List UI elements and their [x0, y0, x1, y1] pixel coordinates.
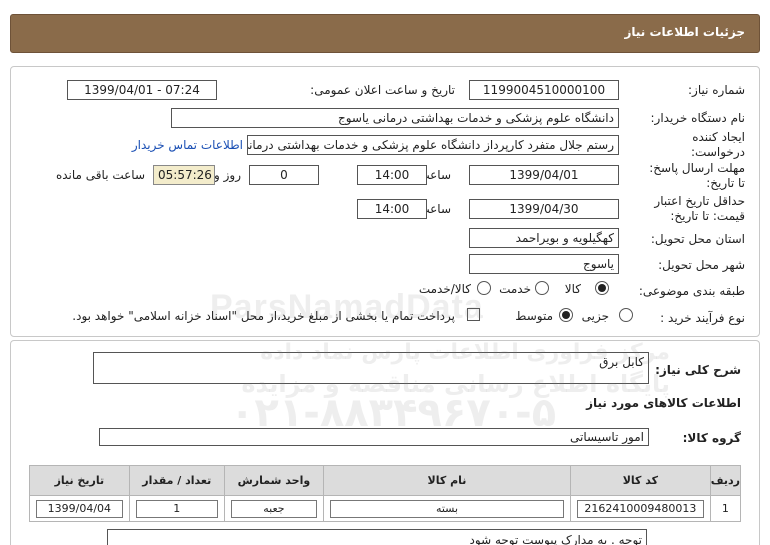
city-label: شهر محل تحویل: [658, 258, 745, 272]
general-desc-field: کابل برق [93, 352, 649, 384]
process-radio-medium[interactable] [559, 308, 573, 322]
page-title-bar: جزئیات اطلاعات نیاز [10, 14, 760, 53]
announce-label: تاریخ و ساعت اعلان عمومی: [310, 83, 455, 97]
table-row: 1 2162410009480013 بسته جعبه 1 1399/04/0… [29, 495, 742, 522]
cell-name: بسته [323, 495, 571, 522]
category-option-service: خدمت [499, 282, 531, 296]
validity-time-field: 14:00 [357, 199, 427, 219]
cell-qty: 1 [128, 495, 225, 522]
cell-name-box: بسته [330, 499, 564, 518]
col-row: ردیف [709, 465, 742, 496]
creator-field: رستم جلال متفرد کارپرداز دانشگاه علوم پز… [247, 135, 619, 155]
days-label: روز و [214, 168, 241, 182]
process-option-medium: متوسط [515, 309, 553, 323]
process-label: نوع فرآیند خرید : [660, 311, 745, 325]
items-table-header: ردیف کد کالا نام کالا واحد شمارش تعداد /… [29, 465, 742, 496]
province-label: استان محل تحویل: [650, 232, 745, 246]
creator-label-line1: ایجاد کننده [692, 130, 745, 144]
validity-label-line2: قیمت: تا تاریخ: [670, 209, 745, 223]
cell-qty-box: 1 [135, 499, 218, 518]
category-radio-goods-service[interactable] [477, 281, 491, 295]
goods-group-field: امور تاسیساتی [99, 428, 649, 446]
general-desc-label: شرح کلی نیاز: [655, 363, 741, 377]
treasury-payment-checkbox[interactable] [467, 308, 480, 321]
buyer-org-label: نام دستگاه خریدار: [650, 111, 746, 125]
col-name: نام کالا [323, 465, 571, 496]
reply-date-field: 1399/04/01 [469, 165, 619, 185]
treasury-payment-note: پرداخت تمام یا بخشی از مبلغ خرید،از محل … [72, 309, 455, 323]
category-label: طبقه بندی موضوعی: [638, 284, 745, 298]
province-field: کهگیلویه و بویراحمد [469, 228, 619, 248]
days-field: 0 [249, 165, 319, 185]
cell-unit-box: جعبه [230, 499, 318, 518]
process-radio-minor[interactable] [619, 308, 633, 322]
need-summary-panel: شرح کلی نیاز: کابل برق اطلاعات کالاهای م… [10, 340, 760, 545]
cell-date-box: 1399/04/04 [36, 499, 123, 518]
need-details-panel: شماره نیاز: 1199004510000100 تاریخ و ساع… [10, 66, 760, 337]
validity-date-field: 1399/04/30 [469, 199, 619, 219]
cell-code-box: 2162410009480013 [576, 499, 704, 518]
city-field: یاسوج [469, 254, 619, 274]
reply-deadline-label-line1: مهلت ارسال پاسخ: [649, 161, 745, 175]
creator-label-line2: درخواست: [691, 145, 745, 159]
cell-code: 2162410009480013 [569, 495, 711, 522]
col-code: کد کالا [569, 465, 711, 496]
category-option-goods: کالا [564, 282, 581, 296]
category-radio-service[interactable] [535, 281, 549, 295]
items-table: ردیف کد کالا نام کالا واحد شمارش تعداد /… [29, 465, 742, 522]
reply-time-field: 14:00 [357, 165, 427, 185]
cell-date: 1399/04/04 [29, 495, 130, 522]
reply-deadline-label-line2: تا تاریخ: [706, 176, 745, 190]
need-number-field: 1199004510000100 [469, 80, 619, 100]
category-option-goods-service: کالا/خدمت [418, 282, 471, 296]
page-title: جزئیات اطلاعات نیاز [624, 25, 745, 39]
process-option-minor: جزیی [581, 309, 609, 323]
cell-unit: جعبه [223, 495, 325, 522]
category-radio-goods[interactable] [595, 281, 609, 295]
need-number-label: شماره نیاز: [688, 83, 745, 97]
note-field: توجه . به مدارک پیوست توجه شود [107, 529, 647, 545]
remaining-time-field: 05:57:26 [153, 165, 215, 185]
col-qty: تعداد / مقدار [128, 465, 225, 496]
validity-label-line1: حداقل تاریخ اعتبار [654, 194, 745, 208]
col-date: تاریخ نیاز [29, 465, 130, 496]
goods-group-label: گروه کالا: [682, 431, 741, 445]
announce-field: 1399/04/01 - 07:24 [67, 80, 217, 100]
buyer-org-field: دانشگاه علوم پزشکی و خدمات بهداشتی درمان… [171, 108, 619, 128]
remaining-label: ساعت باقی مانده [55, 168, 145, 182]
items-info-title: اطلاعات کالاهای مورد نیاز [586, 396, 741, 410]
buyer-contact-link[interactable]: اطلاعات تماس خریدار [132, 138, 243, 152]
cell-row: 1 [709, 495, 742, 522]
col-unit: واحد شمارش [223, 465, 325, 496]
